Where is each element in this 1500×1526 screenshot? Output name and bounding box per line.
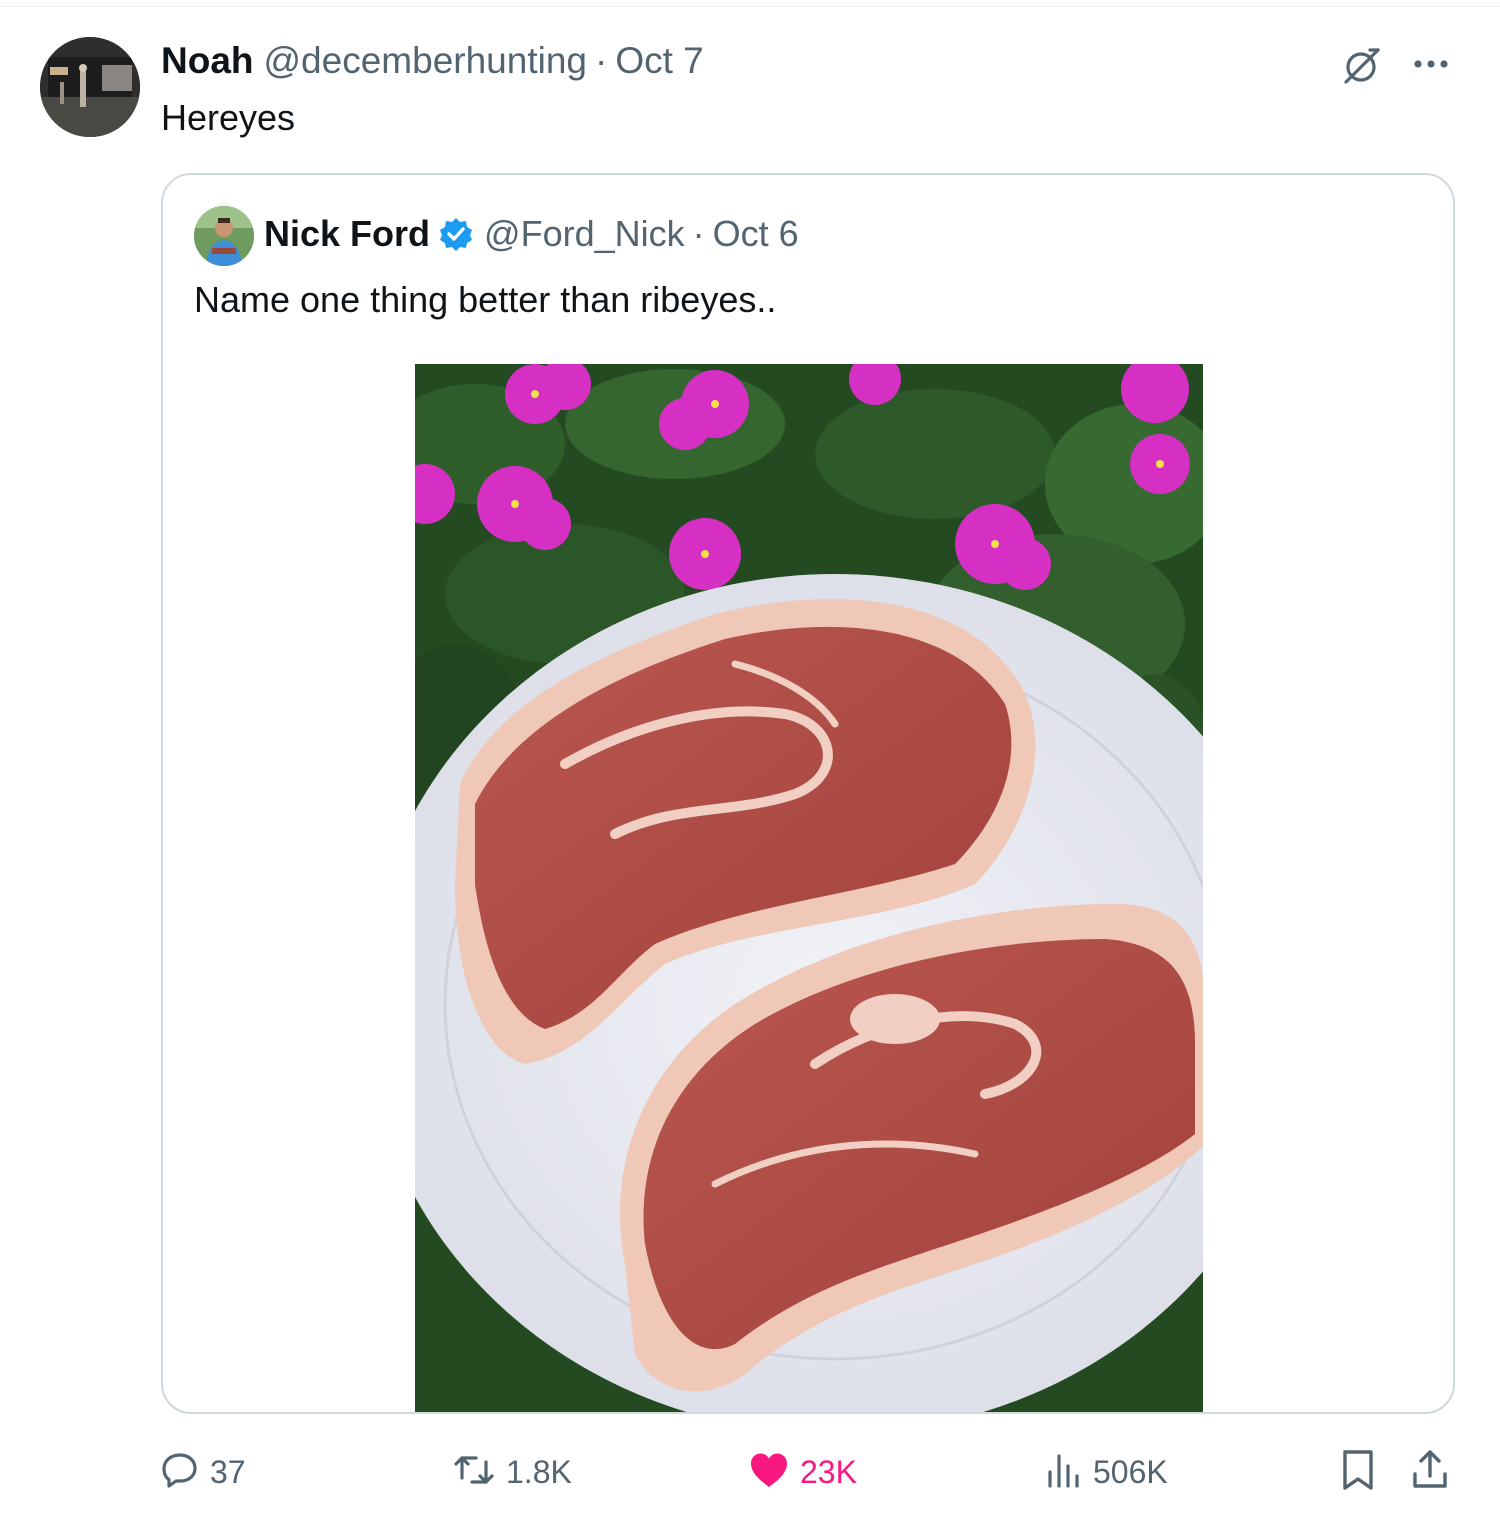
views-icon	[1043, 1450, 1083, 1495]
reply-button[interactable]: 37	[160, 1450, 246, 1494]
quoted-media-image[interactable]	[415, 364, 1203, 1412]
quoted-tweet-header: Nick Ford @Ford_Nick · Oct 6	[264, 213, 799, 255]
quoted-tweet-date[interactable]: Oct 6	[713, 213, 799, 255]
bookmark-icon	[1338, 1448, 1378, 1497]
separator: ·	[594, 40, 608, 81]
repost-button[interactable]: 1.8K	[452, 1450, 572, 1494]
like-button[interactable]: 23K	[748, 1450, 857, 1494]
quoted-author-handle[interactable]: @Ford_Nick	[484, 213, 685, 255]
tweet-text: Hereyes	[161, 97, 296, 138]
action-bar: 37 1.8K 23K 506K	[0, 1440, 1500, 1504]
quoted-author-avatar[interactable]	[194, 206, 254, 266]
tweet-header: Noah @decemberhunting · Oct 7	[161, 40, 704, 84]
share-icon	[1410, 1448, 1450, 1497]
reply-icon	[160, 1450, 200, 1495]
tweet[interactable]: Noah @decemberhunting · Oct 7 Hereyes Ni…	[0, 0, 1500, 1526]
author-avatar[interactable]	[40, 37, 140, 137]
author-handle[interactable]: @decemberhunting	[264, 40, 587, 82]
views-count: 506K	[1093, 1453, 1168, 1490]
like-count: 23K	[800, 1453, 857, 1490]
heart-icon	[748, 1450, 790, 1495]
grok-icon[interactable]	[1340, 44, 1384, 88]
author-name[interactable]: Noah	[161, 40, 254, 82]
quoted-author-name[interactable]: Nick Ford	[264, 213, 430, 255]
more-icon[interactable]	[1410, 44, 1454, 82]
share-button[interactable]	[1410, 1448, 1450, 1497]
verified-badge-icon	[438, 216, 474, 252]
repost-count: 1.8K	[506, 1453, 572, 1490]
bookmark-button[interactable]	[1338, 1448, 1378, 1497]
reply-count: 37	[210, 1453, 246, 1490]
quoted-tweet[interactable]: Nick Ford @Ford_Nick · Oct 6 Name one th…	[161, 173, 1455, 1414]
retweet-icon	[452, 1450, 496, 1495]
quoted-tweet-text: Name one thing better than ribeyes..	[194, 279, 777, 320]
views-button[interactable]: 506K	[1043, 1450, 1168, 1494]
tweet-date[interactable]: Oct 7	[615, 40, 703, 82]
separator: ·	[692, 213, 705, 254]
